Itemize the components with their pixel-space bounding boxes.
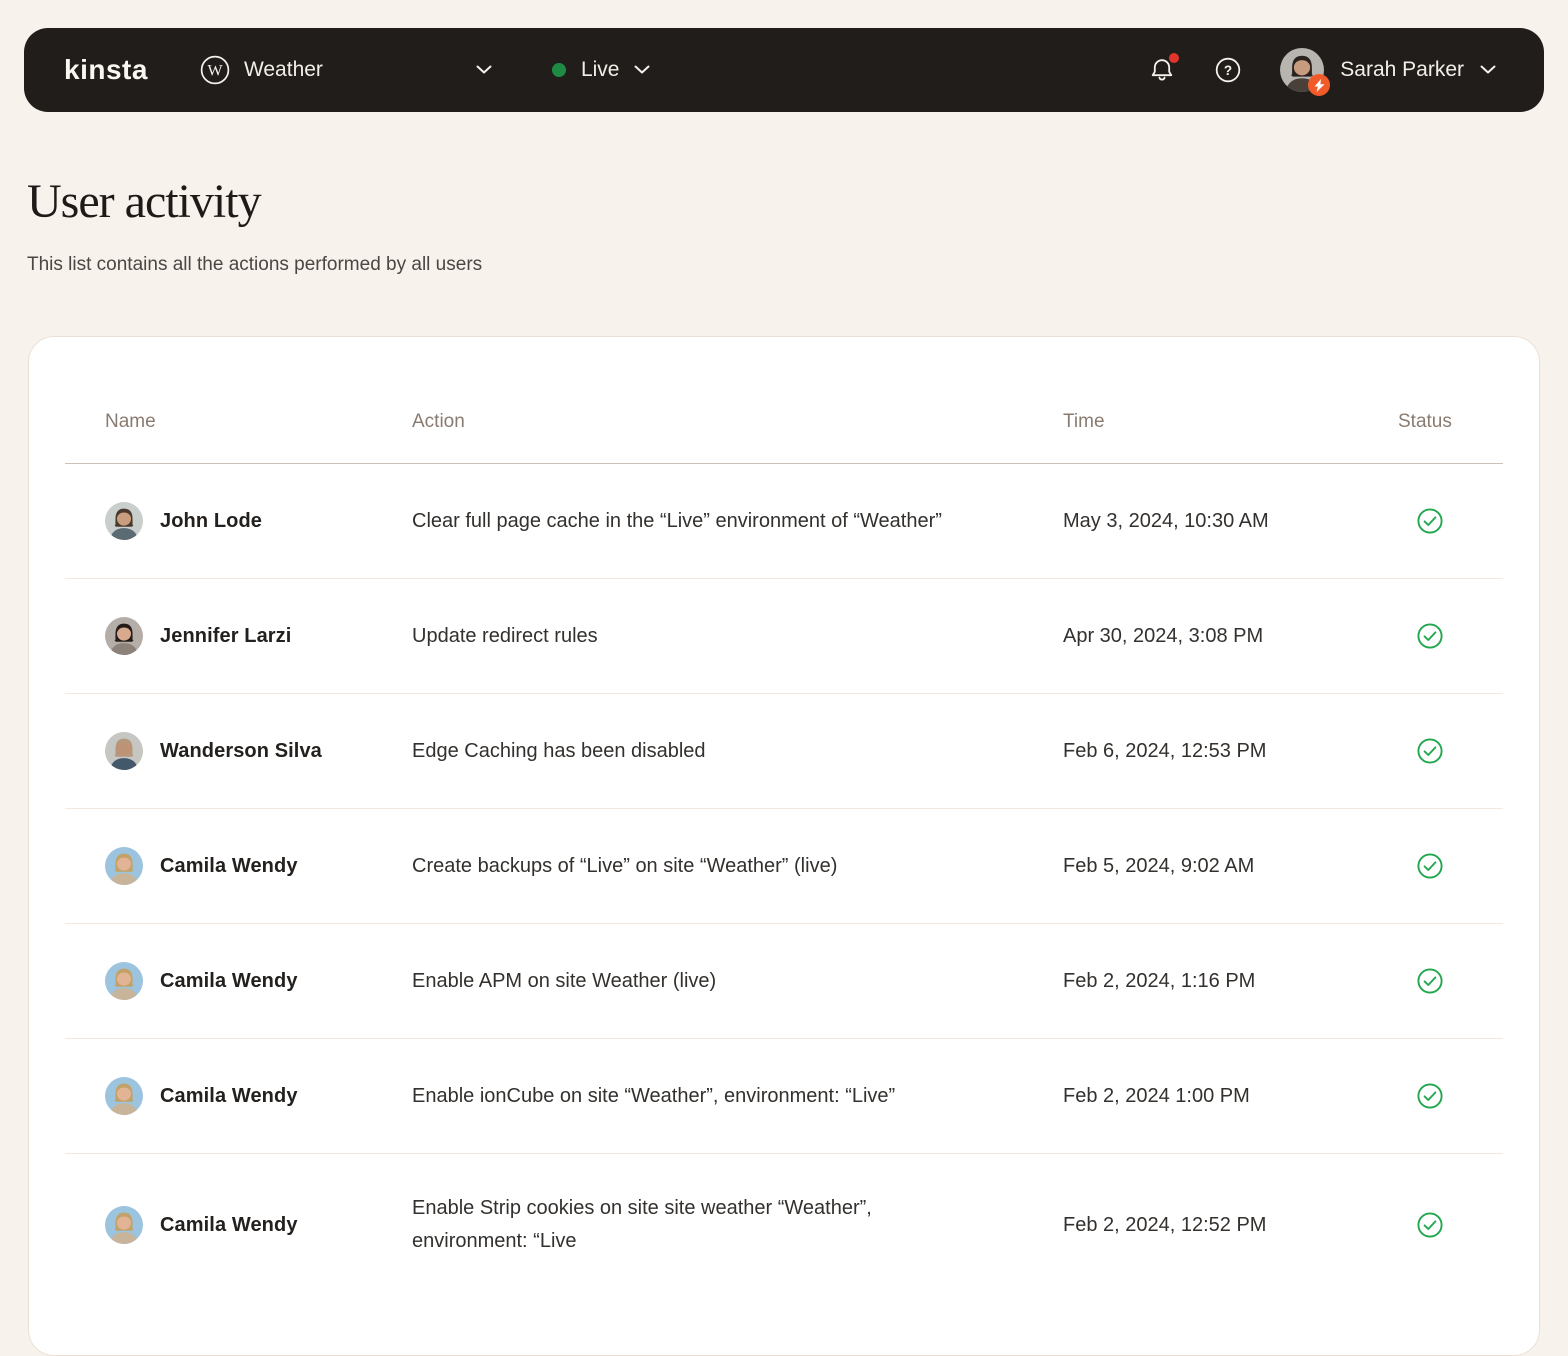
- success-status-icon: [1416, 1211, 1444, 1239]
- chevron-down-icon: [476, 61, 492, 79]
- column-header-status: Status: [1398, 411, 1452, 432]
- avatar: [105, 1077, 143, 1115]
- avatar: [105, 617, 143, 655]
- time-text: Feb 2, 2024, 1:16 PM: [1063, 969, 1256, 992]
- table-row: Jennifer Larzi Update redirect rules Apr…: [65, 579, 1503, 694]
- top-navbar: kinsta W Weather Live ? Sarah Parker: [24, 28, 1544, 112]
- table-body: John Lode Clear full page cache in the “…: [65, 464, 1503, 1296]
- chevron-down-icon: [634, 61, 650, 79]
- action-text: Enable APM on site Weather (live): [412, 969, 717, 992]
- help-button[interactable]: ?: [1214, 56, 1242, 84]
- user-name: John Lode: [160, 509, 263, 532]
- table-row: Camila Wendy Create backups of “Live” on…: [65, 809, 1503, 924]
- success-status-icon: [1416, 967, 1444, 995]
- user-name: Camila Wendy: [160, 969, 298, 992]
- avatar: [105, 732, 143, 770]
- time-text: Feb 5, 2024, 9:02 AM: [1063, 854, 1255, 877]
- site-selector-dropdown[interactable]: W Weather: [200, 55, 492, 85]
- environment-label: Live: [580, 58, 620, 81]
- action-text: Clear full page cache in the “Live” envi…: [412, 509, 942, 532]
- action-text: Enable ionCube on site “Weather”, enviro…: [412, 1084, 896, 1107]
- lightning-badge-icon: [1308, 74, 1331, 96]
- user-name-label: Sarah Parker: [1340, 58, 1464, 81]
- main-content: User activity This list contains all the…: [0, 112, 1568, 1356]
- user-name: Camila Wendy: [160, 854, 298, 877]
- user-name: Camila Wendy: [160, 1084, 298, 1107]
- success-status-icon: [1416, 507, 1444, 535]
- success-status-icon: [1416, 622, 1444, 650]
- page-subtitle: This list contains all the actions perfo…: [27, 254, 483, 275]
- environment-selector-dropdown[interactable]: Live: [551, 58, 651, 82]
- wordpress-icon: W: [200, 55, 230, 85]
- avatar: [105, 502, 143, 540]
- action-text: Update redirect rules: [412, 624, 598, 647]
- time-text: Feb 2, 2024 1:00 PM: [1063, 1084, 1250, 1107]
- table-row: John Lode Clear full page cache in the “…: [65, 464, 1503, 579]
- live-status-dot-icon: [551, 63, 566, 77]
- user-menu[interactable]: Sarah Parker: [1280, 48, 1496, 96]
- time-text: Feb 6, 2024, 12:53 PM: [1063, 739, 1267, 762]
- svg-text:?: ?: [1224, 63, 1232, 78]
- action-text: Enable Strip cookies on site site weathe…: [412, 1197, 872, 1252]
- column-header-action: Action: [412, 411, 465, 432]
- user-name: Jennifer Larzi: [160, 624, 292, 647]
- table-row: Camila Wendy Enable Strip cookies on sit…: [65, 1154, 1503, 1296]
- avatar: [105, 847, 143, 885]
- action-text: Edge Caching has been disabled: [412, 739, 706, 762]
- table-row: Camila Wendy Enable ionCube on site “Wea…: [65, 1039, 1503, 1154]
- user-name: Camila Wendy: [160, 1213, 298, 1236]
- page-title: User activity: [27, 175, 262, 228]
- time-text: Apr 30, 2024, 3:08 PM: [1063, 624, 1264, 647]
- table-row: Wanderson Silva Edge Caching has been di…: [65, 694, 1503, 809]
- success-status-icon: [1416, 1082, 1444, 1110]
- site-selector-label: Weather: [243, 58, 323, 81]
- column-header-time: Time: [1063, 411, 1105, 432]
- success-status-icon: [1416, 852, 1444, 880]
- table-header-row: Name Action Time Status: [65, 337, 1503, 464]
- kinsta-logo: kinsta: [64, 54, 148, 85]
- avatar: [105, 1206, 143, 1244]
- chevron-down-icon: [1480, 61, 1496, 79]
- notifications-button[interactable]: [1148, 53, 1180, 84]
- svg-text:W: W: [207, 63, 223, 80]
- notification-dot: [1169, 53, 1180, 63]
- user-activity-card: Name Action Time Status John Lode Clear …: [28, 336, 1540, 1356]
- action-text: Create backups of “Live” on site “Weathe…: [412, 854, 838, 877]
- time-text: May 3, 2024, 10:30 AM: [1063, 509, 1269, 532]
- question-mark-icon: ?: [1214, 56, 1242, 84]
- success-status-icon: [1416, 737, 1444, 765]
- avatar: [105, 962, 143, 1000]
- column-header-name: Name: [105, 411, 156, 432]
- time-text: Feb 2, 2024, 12:52 PM: [1063, 1213, 1267, 1236]
- user-name: Wanderson Silva: [160, 739, 322, 762]
- table-row: Camila Wendy Enable APM on site Weather …: [65, 924, 1503, 1039]
